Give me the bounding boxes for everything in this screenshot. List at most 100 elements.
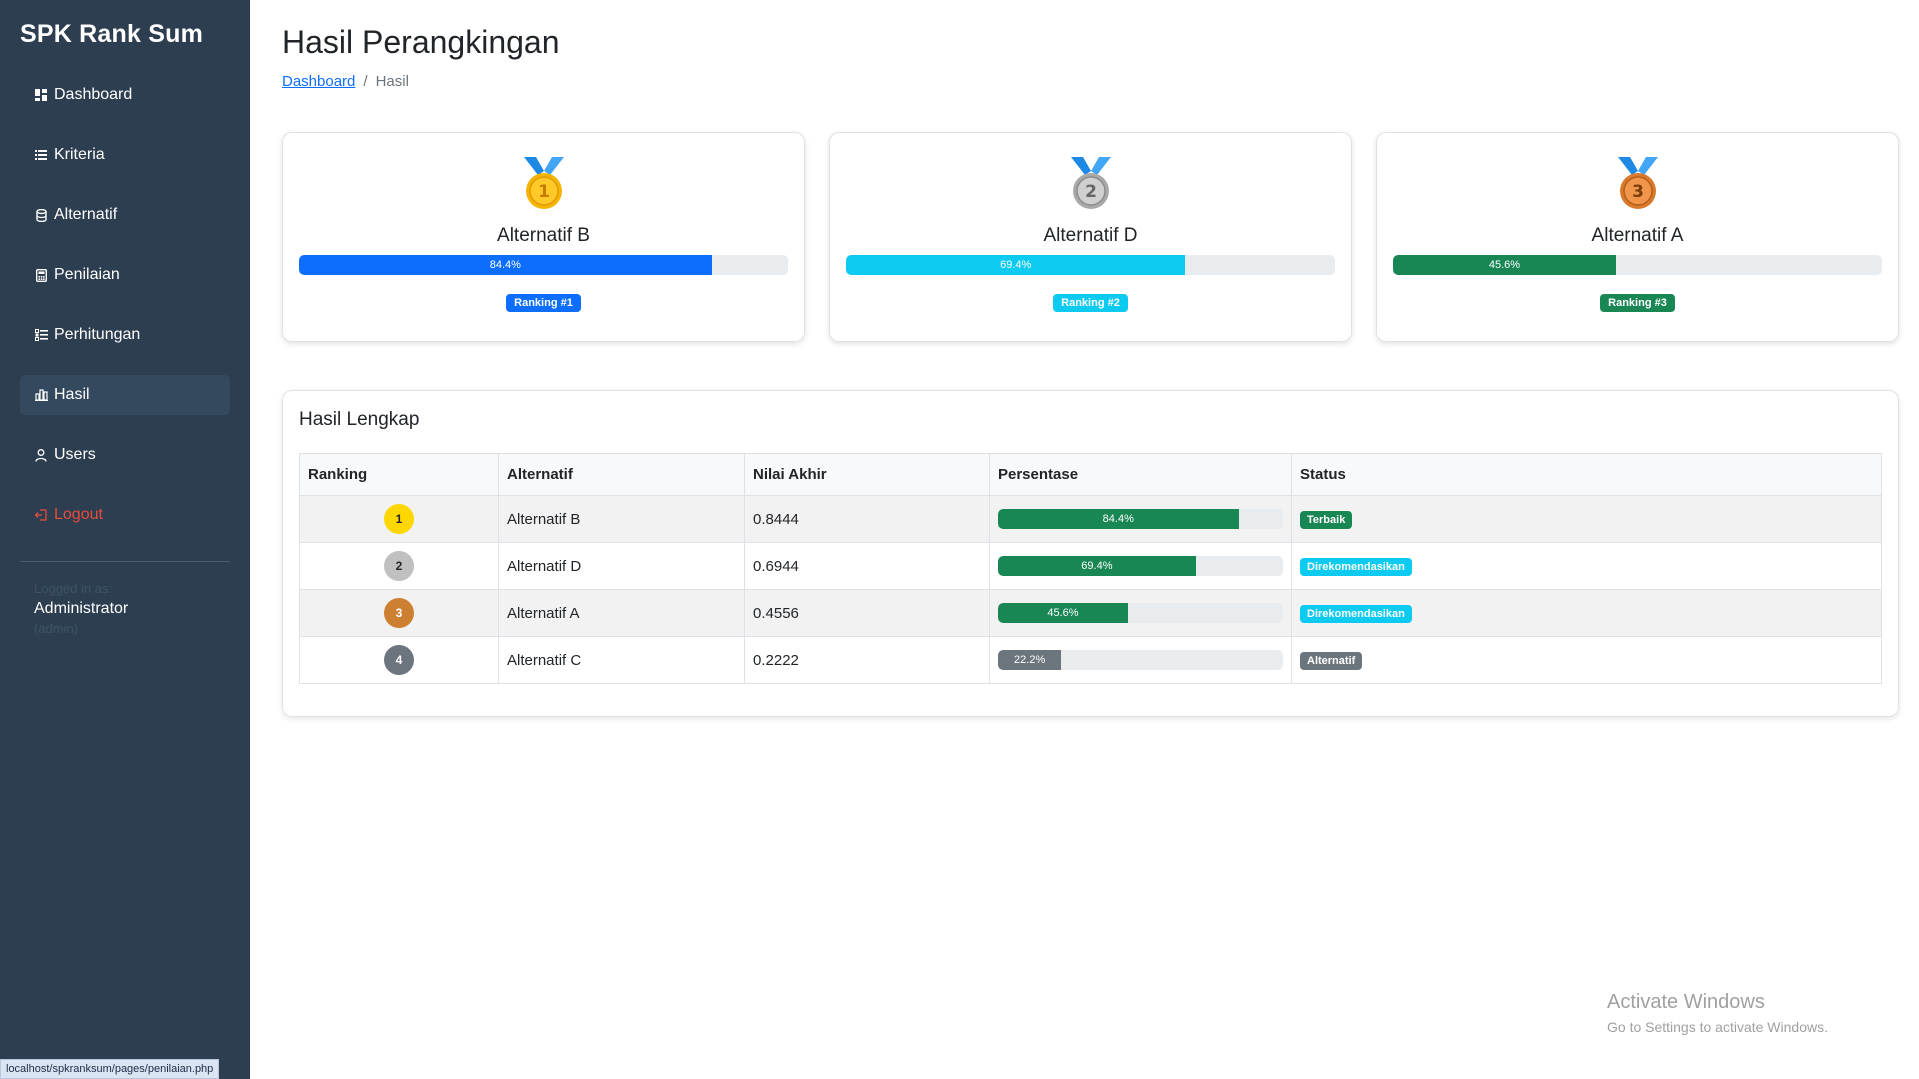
watermark-title: Activate Windows	[1607, 991, 1765, 1013]
sidebar-item-dashboard[interactable]: Dashboard	[20, 75, 230, 115]
table-row: 2 Alternatif D 0.6944 69.4% Direkomendas…	[299, 542, 1882, 590]
logout-icon	[34, 508, 48, 522]
status-cell: Alternatif	[1291, 636, 1882, 684]
nilai-cell: 0.2222	[744, 636, 990, 684]
user-info: Logged in as: Administrator (admin)	[20, 580, 230, 638]
row-progress-fill: 69.4%	[998, 556, 1196, 576]
windows-activation-watermark: Activate Windows Go to Settings to activ…	[1607, 990, 1828, 1037]
sidebar-item-label: Perhitungan	[54, 326, 141, 343]
svg-text:2: 2	[1085, 182, 1097, 202]
rank-badge: Ranking #2	[1053, 294, 1128, 312]
card-alternatif-name: Alternatif A	[1591, 225, 1684, 246]
nilai-cell: 0.8444	[744, 495, 990, 543]
nilai-cell: 0.6944	[744, 542, 990, 590]
column-header-ranking: Ranking	[299, 453, 499, 496]
status-cell: Direkomendasikan	[1291, 542, 1882, 590]
bar-chart-icon	[34, 388, 48, 402]
browser-status-url: localhost/spkranksum/pages/penilaian.php	[0, 1059, 220, 1079]
alternatif-cell: Alternatif D	[498, 542, 745, 590]
column-header-nilai-akhir: Nilai Akhir	[744, 453, 990, 496]
svg-text:1: 1	[538, 182, 550, 202]
alternatif-cell: Alternatif C	[498, 636, 745, 684]
rank-card-1: 1 Alternatif B 84.4% Ranking #1	[282, 132, 805, 342]
rank-circle: 3	[384, 598, 414, 628]
watermark-subtitle: Go to Settings to activate Windows.	[1607, 1019, 1828, 1035]
sidebar-item-label: Users	[54, 446, 96, 463]
rank-badge: Ranking #3	[1600, 294, 1675, 312]
table-row: 3 Alternatif A 0.4556 45.6% Direkomendas…	[299, 589, 1882, 637]
breadcrumb: Dashboard / Hasil	[282, 73, 1899, 90]
persentase-cell: 22.2%	[989, 636, 1292, 684]
alternatif-cell: Alternatif B	[498, 495, 745, 543]
persentase-cell: 45.6%	[989, 589, 1292, 637]
user-role: (admin)	[34, 621, 79, 636]
progress-fill: 69.4%	[846, 255, 1186, 275]
rank-circle: 2	[384, 551, 414, 581]
row-progress-fill: 45.6%	[998, 603, 1128, 623]
status-badge: Direkomendasikan	[1300, 557, 1412, 576]
progress-bar: 84.4%	[299, 255, 788, 275]
status-cell: Terbaik	[1291, 495, 1882, 543]
silver-medal-icon: 2	[1063, 155, 1119, 215]
card-alternatif-name: Alternatif B	[497, 225, 590, 246]
progress-bar: 45.6%	[1393, 255, 1882, 275]
calculator-icon	[34, 268, 48, 282]
persentase-cell: 69.4%	[989, 542, 1292, 590]
database-icon	[34, 208, 48, 222]
column-header-status: Status	[1291, 453, 1882, 496]
top-rank-cards: 1 Alternatif B 84.4% Ranking #1 2 Altern…	[282, 132, 1899, 342]
rank-circle: 4	[384, 645, 414, 675]
rank-cell: 1	[299, 495, 499, 543]
sidebar-item-logout[interactable]: Logout	[20, 495, 230, 535]
list-task-icon	[34, 328, 48, 342]
list-icon	[34, 148, 48, 162]
sidebar-item-users[interactable]: Users	[20, 435, 230, 475]
results-table: Ranking Alternatif Nilai Akhir Persentas…	[299, 453, 1882, 684]
row-progress-fill: 84.4%	[998, 509, 1239, 529]
rank-cell: 4	[299, 636, 499, 684]
sidebar-item-label: Kriteria	[54, 146, 105, 163]
sidebar-item-kriteria[interactable]: Kriteria	[20, 135, 230, 175]
rank-cell: 2	[299, 542, 499, 590]
results-panel: Hasil Lengkap Ranking Alternatif Nilai A…	[282, 390, 1899, 717]
person-icon	[34, 448, 48, 462]
column-header-persentase: Persentase	[989, 453, 1292, 496]
card-alternatif-name: Alternatif D	[1043, 225, 1138, 246]
sidebar-item-label: Alternatif	[54, 206, 118, 223]
panel-title: Hasil Lengkap	[299, 409, 420, 430]
sidebar-item-penilaian[interactable]: Penilaian	[20, 255, 230, 295]
progress-bar: 69.4%	[998, 556, 1283, 576]
breadcrumb-current: Hasil	[375, 73, 409, 90]
main-content: Hasil Perangkingan Dashboard / Hasil 1 Alt…	[282, 0, 1899, 717]
status-badge: Direkomendasikan	[1300, 604, 1412, 623]
table-header-row: Ranking Alternatif Nilai Akhir Persentas…	[299, 453, 1882, 496]
breadcrumb-dashboard-link[interactable]: Dashboard	[282, 73, 355, 90]
progress-bar: 84.4%	[998, 509, 1283, 529]
status-badge: Terbaik	[1300, 510, 1353, 529]
sidebar-item-hasil[interactable]: Hasil	[20, 375, 230, 415]
rank-circle: 1	[384, 504, 414, 534]
user-name: Administrator	[34, 600, 129, 617]
grid-icon	[34, 88, 48, 102]
gold-medal-icon: 1	[516, 155, 572, 215]
progress-bar: 69.4%	[846, 255, 1335, 275]
table-row: 4 Alternatif C 0.2222 22.2% Alternatif	[299, 636, 1882, 684]
sidebar-item-label: Hasil	[54, 386, 90, 403]
sidebar-item-alternatif[interactable]: Alternatif	[20, 195, 230, 235]
breadcrumb-separator: /	[363, 73, 368, 90]
svg-text:3: 3	[1632, 182, 1644, 202]
progress-bar: 45.6%	[998, 603, 1283, 623]
progress-bar: 22.2%	[998, 650, 1283, 670]
rank-card-3: 3 Alternatif A 45.6% Ranking #3	[1376, 132, 1899, 342]
sidebar: SPK Rank Sum Dashboard Kriteria Alternat…	[0, 0, 250, 1079]
status-cell: Direkomendasikan	[1291, 589, 1882, 637]
sidebar-item-label: Penilaian	[54, 266, 120, 283]
persentase-cell: 84.4%	[989, 495, 1292, 543]
sidebar-item-label: Logout	[54, 506, 103, 523]
rank-badge: Ranking #1	[506, 294, 581, 312]
sidebar-item-label: Dashboard	[54, 86, 133, 103]
sidebar-item-perhitungan[interactable]: Perhitungan	[20, 315, 230, 355]
column-header-alternatif: Alternatif	[498, 453, 745, 496]
rank-card-2: 2 Alternatif D 69.4% Ranking #2	[829, 132, 1352, 342]
row-progress-fill: 22.2%	[998, 650, 1062, 670]
